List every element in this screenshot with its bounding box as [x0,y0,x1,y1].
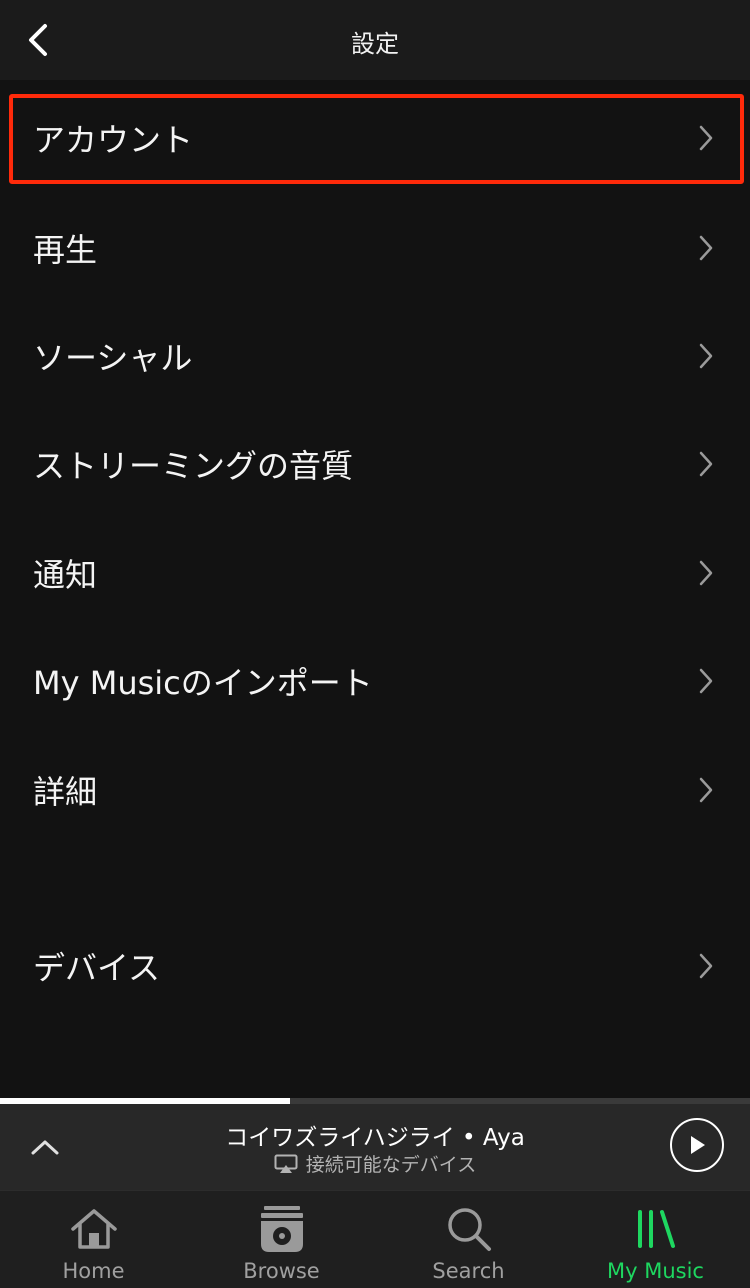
settings-item-account[interactable]: アカウント [0,88,750,188]
my-music-icon [630,1205,682,1253]
settings-item-label: アカウント [33,121,194,159]
play-button[interactable] [670,1118,724,1172]
settings-item-label: ストリーミングの音質 [33,447,354,485]
settings-list: アカウント 再生 ソーシャル ストリーミングの音質 通知 My Musicのイン… [0,80,750,1102]
settings-item-label: ソーシャル [33,339,193,377]
settings-item-devices[interactable]: デバイス [0,916,750,1016]
chevron-right-icon [699,777,713,803]
play-icon [691,1136,705,1154]
tab-label: Home [62,1259,125,1283]
search-icon [443,1205,495,1253]
chevron-right-icon [699,560,713,586]
settings-item-label: 詳細 [33,773,98,811]
chevron-right-icon [699,235,713,261]
device-selector[interactable]: 接続可能なデバイス [0,1150,750,1177]
settings-item-label: 通知 [33,556,98,594]
top-nav-bar: 設定 [0,0,750,80]
chevron-right-icon [699,668,713,694]
tab-label: Browse [243,1259,320,1283]
tab-label: Search [432,1259,505,1283]
airplay-icon [274,1154,298,1173]
tab-my-music[interactable]: My Music [562,1191,749,1288]
tab-browse[interactable]: Browse [188,1191,375,1288]
now-playing-title: コイワズライハジライ • Aya [225,1125,525,1151]
settings-item-notifications[interactable]: 通知 [0,523,750,623]
page-title: 設定 [351,30,399,58]
bottom-tab-bar: Home Browse Search My Music [0,1190,750,1288]
settings-item-playback[interactable]: 再生 [0,198,750,298]
chevron-right-icon [699,451,713,477]
browse-icon [256,1205,308,1253]
settings-item-label: My Musicのインポート [33,664,373,702]
device-label: 接続可能なデバイス [305,1154,477,1176]
now-playing-bar[interactable]: コイワズライハジライ • Aya 接続可能なデバイス [0,1104,750,1190]
settings-item-import-my-music[interactable]: My Musicのインポート [0,631,750,731]
tab-search[interactable]: Search [375,1191,562,1288]
tab-label: My Music [607,1259,704,1283]
chevron-right-icon [699,343,713,369]
home-icon [68,1205,120,1253]
chevron-right-icon [699,125,713,151]
settings-item-advanced[interactable]: 詳細 [0,740,750,840]
settings-item-streaming-quality[interactable]: ストリーミングの音質 [0,414,750,514]
tab-home[interactable]: Home [0,1191,187,1288]
settings-item-label: 再生 [33,231,98,269]
settings-item-social[interactable]: ソーシャル [0,306,750,406]
settings-item-label: デバイス [33,949,161,987]
chevron-right-icon [699,953,713,979]
